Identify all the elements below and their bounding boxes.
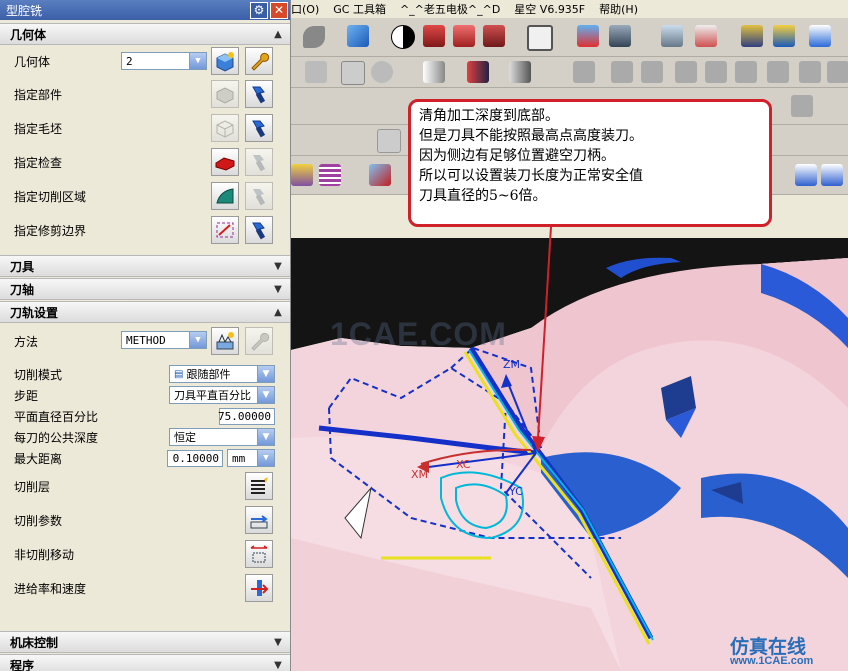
callout-line-2: 但是刀具不能按照最高点高度装刀。 (419, 128, 643, 144)
callout-line-4: 所以可以设置装刀长度为正常安全值 (419, 168, 643, 184)
callout-line-3: 因为侧边有足够位置避空刀柄。 (419, 148, 615, 164)
watermark-url: www.1CAE.com (730, 655, 814, 667)
callout-line-5: 刀具直径的5~6倍。 (419, 188, 547, 204)
annotation-callout: 清角加工深度到底部。 但是刀具不能按照最高点高度装刀。 因为侧边有足够位置避空刀… (408, 99, 772, 227)
watermark-center: 1CAE.COM (330, 316, 507, 352)
callout-line-1: 清角加工深度到底部。 (419, 108, 559, 124)
